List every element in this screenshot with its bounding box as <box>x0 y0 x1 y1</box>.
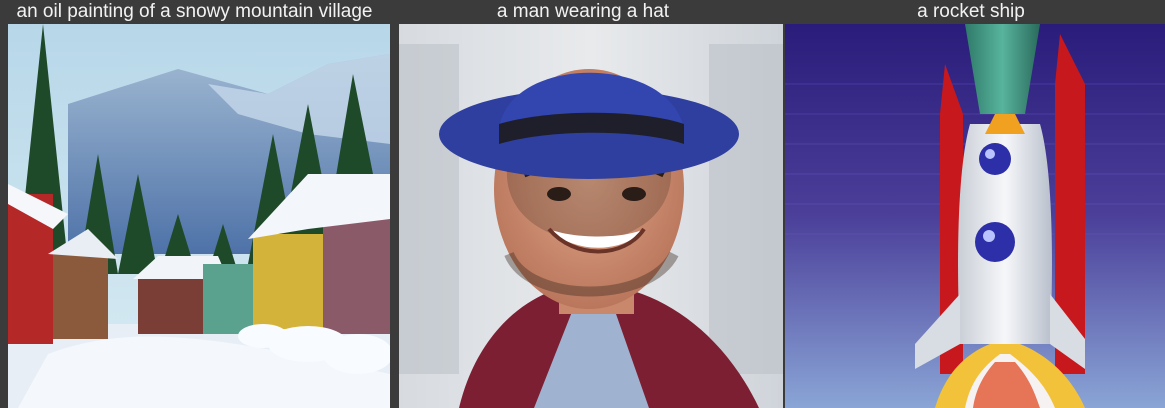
panel-rocket: a rocket ship <box>777 0 1165 408</box>
caption-rocket: a rocket ship <box>917 1 1025 22</box>
image-grid: an oil painting of a snowy mountain vill… <box>0 0 1165 408</box>
panel-village: an oil painting of a snowy mountain vill… <box>0 0 390 408</box>
caption-man-hat: a man wearing a hat <box>496 1 670 22</box>
rocket-ship-image <box>785 24 1165 408</box>
man-in-hat-image <box>399 24 783 408</box>
village-painting-image <box>8 24 390 408</box>
caption-village: an oil painting of a snowy mountain vill… <box>16 1 373 22</box>
panel-man-hat: a man wearing a hat <box>389 0 783 408</box>
